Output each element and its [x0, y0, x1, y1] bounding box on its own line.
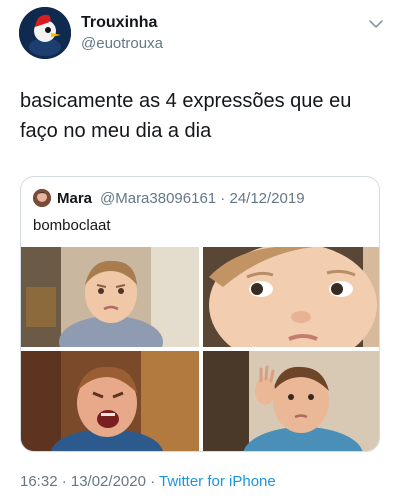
chevron-down-icon[interactable] [368, 17, 384, 29]
quoted-author-handle-date: @Mara38096161 · 24/12/2019 [100, 190, 305, 207]
author-handle[interactable]: @euotrouxa [81, 35, 163, 52]
quoted-media-3[interactable] [21, 351, 199, 451]
tweet-timestamp[interactable]: 16:32 · 13/02/2020 · [20, 473, 159, 490]
tweet-text: basicamente as 4 expressões que eu faço … [20, 90, 352, 142]
author-avatar[interactable] [19, 7, 71, 59]
quoted-media-2[interactable] [203, 247, 379, 347]
quoted-media-4[interactable] [203, 351, 379, 451]
quoted-media-1[interactable] [21, 247, 199, 347]
quoted-tweet-text: bomboclaat [33, 217, 111, 234]
quoted-tweet[interactable]: Mara @Mara38096161 · 24/12/2019 bombocla… [20, 176, 380, 452]
quoted-author-avatar [33, 189, 51, 207]
tweet-source-link[interactable]: Twitter for iPhone [159, 473, 276, 490]
tweet: Trouxinha @euotrouxa basicamente as 4 ex… [0, 0, 400, 500]
author-display-name[interactable]: Trouxinha [81, 14, 157, 32]
tweet-footer: 16:32 · 13/02/2020 · Twitter for iPhone [20, 473, 276, 490]
quoted-author-name: Mara [57, 190, 93, 207]
